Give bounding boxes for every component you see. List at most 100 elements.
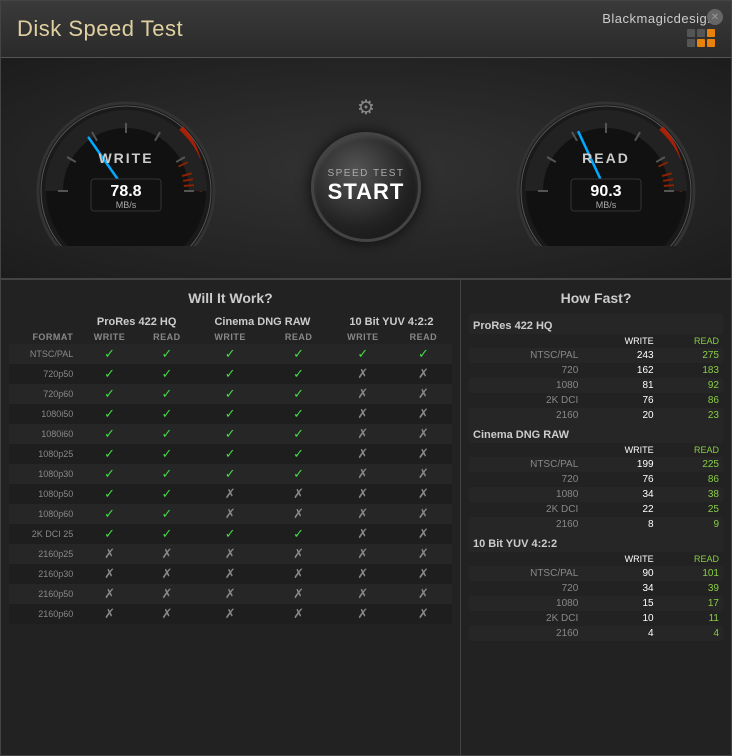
how-fast-row: NTSC/PAL199225 — [469, 457, 723, 472]
close-button[interactable]: ✕ — [707, 9, 723, 25]
check-icon: ✓ — [225, 366, 236, 381]
format-cell: 2160p60 — [9, 604, 79, 624]
write-value-cell: 8 — [584, 517, 657, 532]
col-header-row: WRITEREAD — [469, 443, 723, 457]
row-label-cell: NTSC/PAL — [469, 348, 584, 363]
check-cell: ✓ — [140, 404, 194, 424]
how-fast-row: 720162183 — [469, 363, 723, 378]
check-icon: ✓ — [293, 426, 304, 441]
check-cell: ✓ — [140, 484, 194, 504]
check-icon: ✓ — [104, 486, 115, 501]
cross-icon: ✗ — [225, 546, 236, 561]
cross-icon: ✗ — [225, 606, 236, 621]
read-value-cell: 86 — [658, 393, 723, 408]
cross-icon: ✗ — [357, 506, 368, 521]
check-icon: ✓ — [104, 446, 115, 461]
cross-icon: ✗ — [104, 586, 115, 601]
check-cell: ✗ — [331, 584, 395, 604]
will-it-work-table: ProRes 422 HQ Cinema DNG RAW 10 Bit YUV … — [9, 314, 452, 624]
how-fast-row: 2K DCI7686 — [469, 393, 723, 408]
how-fast-row: 21602023 — [469, 408, 723, 423]
check-cell: ✗ — [79, 584, 140, 604]
row-label-cell: 720 — [469, 363, 584, 378]
app-window: Disk Speed Test Blackmagicdesign ✕ — [0, 0, 732, 756]
read-unit: MB/s — [596, 200, 617, 210]
how-fast-row: NTSC/PAL243275 — [469, 348, 723, 363]
check-cell: ✓ — [79, 444, 140, 464]
read-col-header: READ — [658, 552, 723, 566]
brand-sq-1 — [687, 29, 695, 37]
format-sub-header: FORMAT — [9, 330, 79, 344]
check-cell: ✓ — [266, 464, 331, 484]
table-header-row-2: FORMAT WRITE READ WRITE READ WRITE READ — [9, 330, 452, 344]
read-gauge: READ 90.3 MB/s — [511, 91, 701, 246]
check-cell: ✗ — [395, 504, 452, 524]
cross-icon: ✗ — [418, 606, 429, 621]
yuv-write-header: WRITE — [331, 330, 395, 344]
read-gauge-container: READ 90.3 MB/s — [511, 91, 701, 246]
cross-icon: ✗ — [293, 606, 304, 621]
check-cell: ✗ — [194, 604, 266, 624]
brand-sq-5 — [697, 39, 705, 47]
how-fast-row: 10801517 — [469, 596, 723, 611]
left-panel: Will It Work? ProRes 422 HQ Cinema DNG R… — [1, 280, 461, 755]
section-header-cell: 10 Bit YUV 4:2:2 — [469, 532, 723, 552]
write-value-cell: 10 — [584, 611, 657, 626]
cross-icon: ✗ — [418, 546, 429, 561]
will-it-work-body: NTSC/PAL✓✓✓✓✓✓720p50✓✓✓✓✗✗720p60✓✓✓✓✗✗10… — [9, 344, 452, 624]
check-cell: ✗ — [194, 504, 266, 524]
write-value-cell: 34 — [584, 581, 657, 596]
read-value-cell: 23 — [658, 408, 723, 423]
check-cell: ✗ — [331, 484, 395, 504]
how-fast-title: How Fast? — [469, 290, 723, 306]
check-cell: ✗ — [331, 504, 395, 524]
brand-sq-2 — [697, 29, 705, 37]
write-value: 78.8 — [110, 183, 141, 200]
check-cell: ✗ — [194, 584, 266, 604]
check-cell: ✓ — [194, 344, 266, 364]
cdng-header: Cinema DNG RAW — [194, 314, 331, 330]
how-fast-row: 7207686 — [469, 472, 723, 487]
check-icon: ✓ — [293, 346, 304, 361]
cdng-read-header: READ — [266, 330, 331, 344]
prores-write-header: WRITE — [79, 330, 140, 344]
cross-icon: ✗ — [357, 386, 368, 401]
check-cell: ✗ — [395, 584, 452, 604]
read-col-header: READ — [658, 334, 723, 348]
check-cell: ✓ — [79, 464, 140, 484]
section-header-row: 10 Bit YUV 4:2:2 — [469, 532, 723, 552]
check-cell: ✗ — [395, 564, 452, 584]
brand-sq-4 — [687, 39, 695, 47]
read-value-cell: 275 — [658, 348, 723, 363]
check-cell: ✗ — [140, 604, 194, 624]
check-cell: ✓ — [395, 344, 452, 364]
check-cell: ✓ — [140, 364, 194, 384]
check-icon: ✓ — [293, 406, 304, 421]
section-header-cell: Cinema DNG RAW — [469, 423, 723, 443]
check-icon: ✓ — [161, 526, 172, 541]
settings-button[interactable]: ⚙ — [357, 95, 375, 120]
write-label: WRITE — [98, 150, 153, 166]
how-fast-row: 216089 — [469, 517, 723, 532]
cross-icon: ✗ — [225, 586, 236, 601]
row-label-cell: NTSC/PAL — [469, 566, 584, 581]
how-fast-row: 216044 — [469, 626, 723, 641]
check-cell: ✓ — [266, 404, 331, 424]
how-fast-section-table: 10 Bit YUV 4:2:2WRITEREADNTSC/PAL9010172… — [469, 532, 723, 641]
format-cell: 2160p25 — [9, 544, 79, 564]
row-label-cell: 2160 — [469, 408, 584, 423]
start-button[interactable]: SPEED TEST START — [311, 132, 421, 242]
table-row: 720p50✓✓✓✓✗✗ — [9, 364, 452, 384]
row-label-cell: 1080 — [469, 596, 584, 611]
write-value-cell: 76 — [584, 472, 657, 487]
check-icon: ✓ — [104, 526, 115, 541]
read-value-cell: 25 — [658, 502, 723, 517]
read-value-cell: 225 — [658, 457, 723, 472]
write-value-cell: 162 — [584, 363, 657, 378]
check-icon: ✓ — [293, 446, 304, 461]
check-icon: ✓ — [418, 346, 429, 361]
check-cell: ✗ — [79, 604, 140, 624]
check-icon: ✓ — [161, 406, 172, 421]
how-fast-row: 2K DCI2225 — [469, 502, 723, 517]
write-value-cell: 81 — [584, 378, 657, 393]
